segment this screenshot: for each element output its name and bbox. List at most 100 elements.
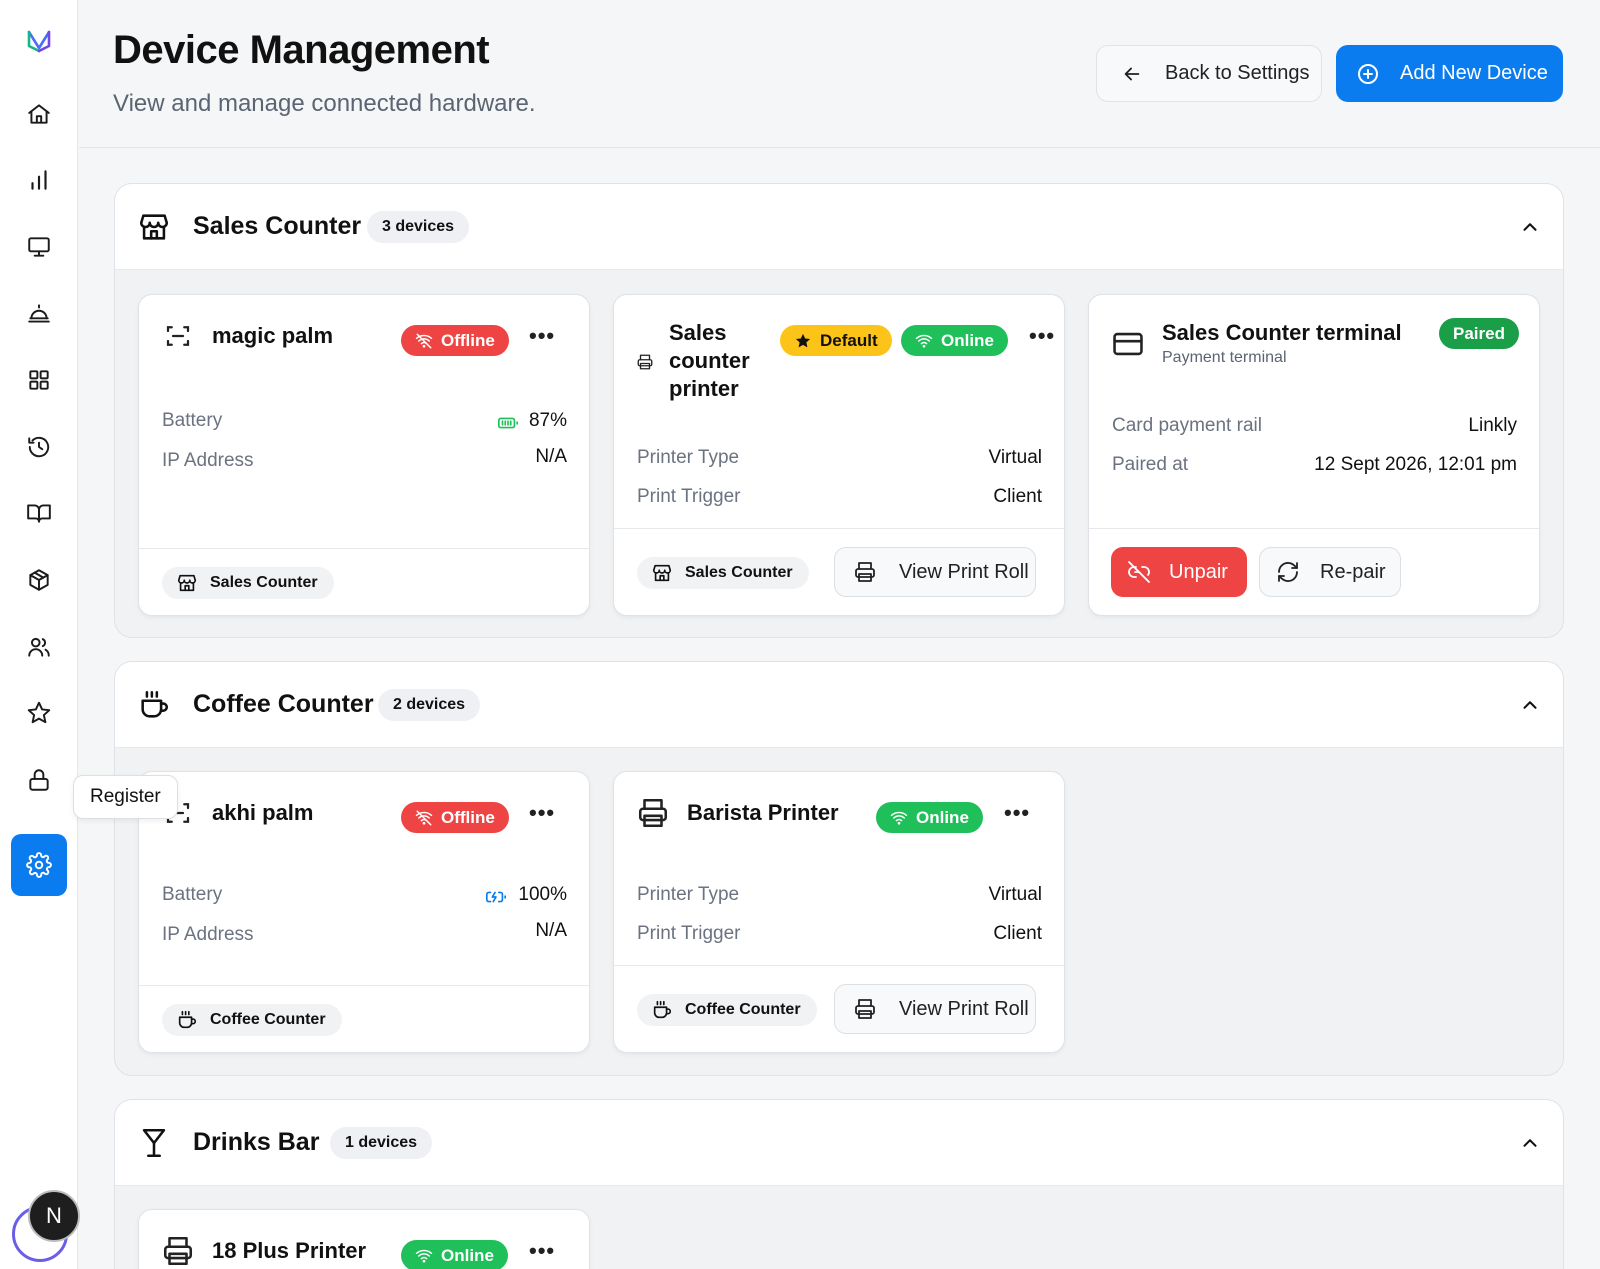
- device-name: Sales Counter terminal: [1162, 320, 1402, 345]
- location-label: Sales Counter: [210, 574, 318, 591]
- card-footer: Unpair Re-pair: [1089, 528, 1539, 615]
- device-name: Barista Printer: [687, 800, 839, 825]
- back-to-settings-button[interactable]: Back to Settings: [1096, 45, 1322, 102]
- more-options-icon[interactable]: •••: [1029, 323, 1055, 349]
- nav-history-icon[interactable]: [16, 424, 62, 470]
- section-title: Sales Counter: [193, 212, 362, 240]
- location-pill: Coffee Counter: [162, 1004, 342, 1036]
- device-name: 18 Plus Printer: [212, 1238, 367, 1263]
- row-label: Print Trigger: [637, 923, 741, 944]
- re-pair-button[interactable]: Re-pair: [1259, 547, 1401, 597]
- view-print-roll-button[interactable]: View Print Roll: [834, 984, 1036, 1034]
- row-value: Client: [993, 486, 1042, 507]
- more-options-icon[interactable]: •••: [529, 323, 555, 349]
- nav-home-icon[interactable]: [16, 91, 62, 137]
- nav-settings-icon[interactable]: [11, 834, 67, 896]
- unlink-icon: [1127, 560, 1151, 584]
- row-label: Paired at: [1112, 454, 1189, 475]
- nav-monitor-icon[interactable]: [16, 224, 62, 270]
- unpair-label: Unpair: [1169, 560, 1228, 583]
- app-logo-icon: [27, 30, 51, 53]
- section-title: Drinks Bar: [193, 1128, 320, 1156]
- coffee-cup-icon: [176, 1009, 198, 1031]
- section-header[interactable]: Sales Counter 3 devices: [115, 184, 1563, 270]
- section-drinks-bar: Drinks Bar 1 devices 18 Plus Printer Onl…: [114, 1099, 1564, 1269]
- status-badge-paired: Paired: [1439, 318, 1519, 349]
- back-to-settings-label: Back to Settings: [1165, 62, 1310, 84]
- more-options-icon[interactable]: •••: [1004, 800, 1030, 826]
- nav-star-icon[interactable]: [16, 690, 62, 736]
- card-footer: Coffee Counter: [139, 985, 589, 1052]
- card-footer: Sales Counter: [139, 548, 589, 615]
- card-footer: Sales Counter View Print Roll: [614, 528, 1064, 615]
- device-card-magic-palm: magic palm Offline ••• Battery 87% IP Ad…: [138, 294, 590, 616]
- view-print-roll-button[interactable]: View Print Roll: [834, 547, 1036, 597]
- more-options-icon[interactable]: •••: [529, 800, 555, 826]
- row-value: N/A: [535, 920, 567, 941]
- row-value: 100%: [518, 884, 567, 905]
- section-coffee-counter: Coffee Counter 2 devices akhi palm Offli…: [114, 661, 1564, 1076]
- status-label: Online: [941, 330, 994, 350]
- nav-lock-icon[interactable]: [16, 757, 62, 803]
- chevron-up-icon[interactable]: [1519, 1132, 1541, 1154]
- status-label: Offline: [441, 330, 495, 350]
- store-icon: [137, 210, 171, 244]
- section-title: Coffee Counter: [193, 690, 374, 718]
- status-label: Online: [916, 807, 969, 827]
- status-label: Paired: [1453, 323, 1505, 343]
- device-count-badge: 2 devices: [378, 689, 481, 721]
- nav-users-icon[interactable]: [16, 624, 62, 670]
- row-value: 12 Sept 2026, 12:01 pm: [1314, 454, 1517, 475]
- nav-box-icon[interactable]: [16, 557, 62, 603]
- unpair-button[interactable]: Unpair: [1111, 547, 1247, 597]
- row-label: Print Trigger: [637, 486, 741, 507]
- status-badge-offline: Offline: [401, 325, 509, 356]
- chevron-up-icon[interactable]: [1519, 694, 1541, 716]
- section-header[interactable]: Drinks Bar 1 devices: [115, 1100, 1563, 1186]
- coffee-cup-icon: [137, 688, 171, 722]
- device-subtitle: Payment terminal: [1162, 349, 1287, 366]
- printer-icon: [636, 796, 670, 830]
- device-count-badge: 1 devices: [330, 1127, 433, 1159]
- add-new-device-button[interactable]: Add New Device: [1336, 45, 1563, 102]
- row-label: Printer Type: [637, 447, 740, 468]
- battery-charging-icon: [485, 886, 507, 908]
- section-header[interactable]: Coffee Counter 2 devices: [115, 662, 1563, 748]
- printer-icon: [636, 353, 654, 371]
- page-title: Device Management: [113, 28, 490, 72]
- more-options-icon[interactable]: •••: [529, 1238, 555, 1264]
- location-label: Coffee Counter: [685, 1001, 801, 1018]
- row-value: Virtual: [988, 447, 1042, 468]
- row-label: IP Address: [162, 450, 254, 471]
- arrow-left-icon: [1124, 67, 1140, 80]
- location-pill: Sales Counter: [162, 567, 334, 599]
- nav-chart-icon[interactable]: [16, 157, 62, 203]
- chevron-up-icon[interactable]: [1519, 216, 1541, 238]
- plus-circle-icon: [1358, 63, 1378, 84]
- section-sales-counter: Sales Counter 3 devices magic palm Offli…: [114, 183, 1564, 638]
- battery-icon: [497, 412, 519, 434]
- device-card-barista-printer: Barista Printer Online ••• Printer Type …: [613, 771, 1065, 1053]
- device-card-sales-counter-terminal: Sales Counter terminal Payment terminal …: [1088, 294, 1540, 616]
- device-card-sales-counter-printer: Sales counter printer Default Online •••…: [613, 294, 1065, 616]
- row-value: N/A: [535, 446, 567, 467]
- wifi-off-icon: [415, 809, 433, 827]
- coffee-cup-icon: [651, 999, 673, 1021]
- view-print-roll-label: View Print Roll: [899, 560, 1029, 583]
- nav-bell-icon[interactable]: [16, 291, 62, 337]
- default-label: Default: [820, 330, 878, 350]
- row-label: Battery: [162, 884, 223, 905]
- device-card-18-plus-printer: 18 Plus Printer Online •••: [138, 1209, 590, 1269]
- user-avatar[interactable]: N: [28, 1190, 80, 1242]
- row-value: Virtual: [988, 884, 1042, 905]
- row-label: Card payment rail: [1112, 415, 1262, 436]
- nav-book-icon[interactable]: [16, 490, 62, 536]
- printer-icon: [853, 997, 877, 1021]
- page-subtitle: View and manage connected hardware.: [113, 90, 536, 117]
- nav-grid-icon[interactable]: [16, 357, 62, 403]
- location-pill: Sales Counter: [637, 557, 809, 589]
- location-label: Sales Counter: [685, 564, 793, 581]
- location-pill: Coffee Counter: [637, 994, 817, 1026]
- re-pair-label: Re-pair: [1320, 560, 1386, 583]
- row-value: 87%: [528, 410, 567, 431]
